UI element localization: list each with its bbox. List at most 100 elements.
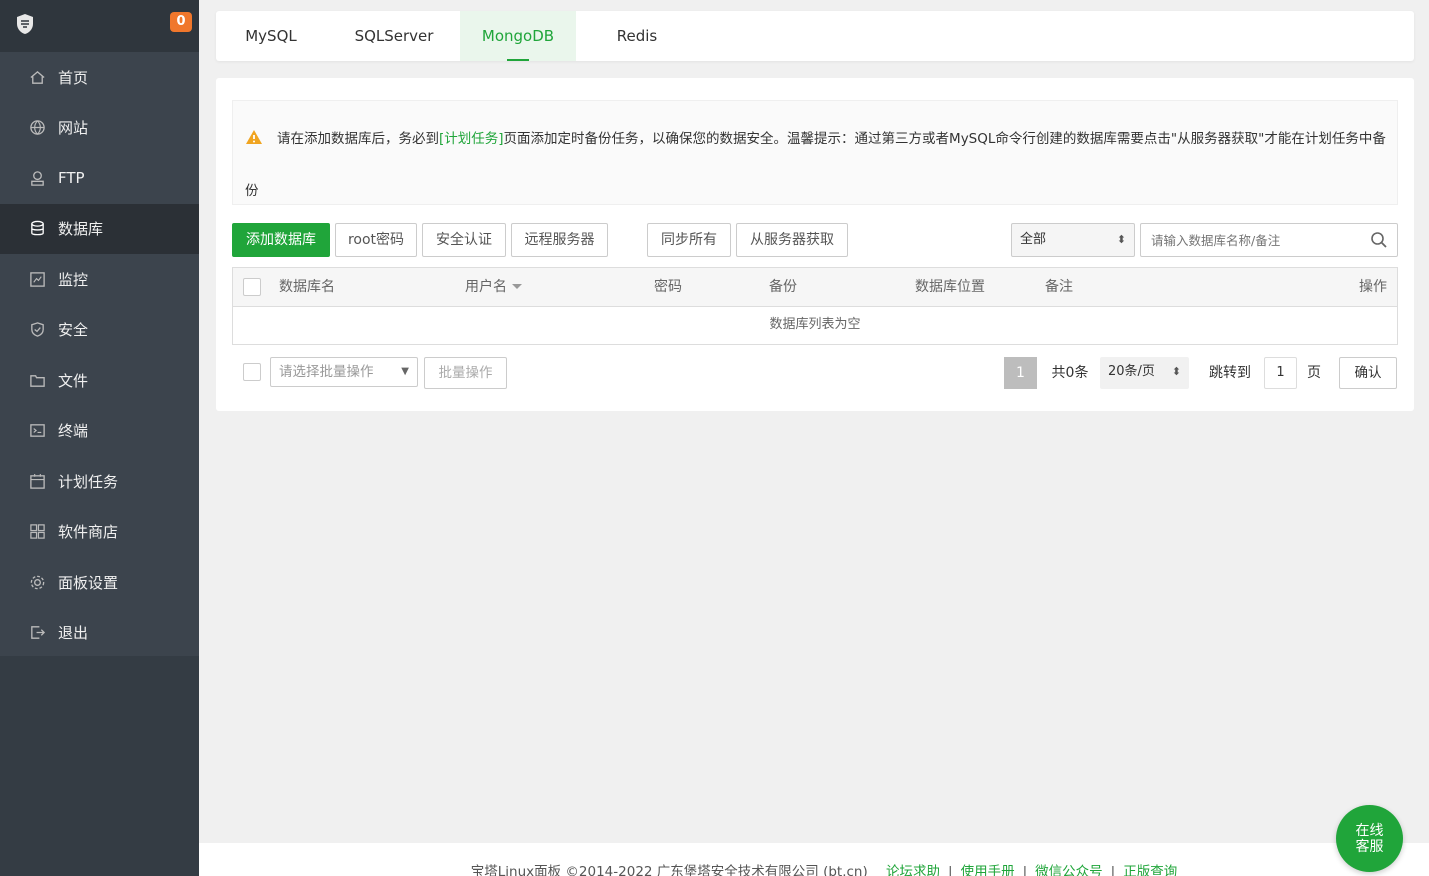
sidebar-item-label: 数据库 bbox=[58, 220, 104, 239]
db-type-tabs: MySQL SQLServer MongoDB Redis bbox=[216, 11, 1414, 61]
column-header-user-label: 用户名 bbox=[465, 279, 507, 295]
service-line-1: 在线 bbox=[1355, 823, 1384, 839]
sync-all-button[interactable]: 同步所有 bbox=[647, 223, 731, 257]
sidebar-item-label: 文件 bbox=[58, 371, 89, 390]
column-header-actions: 操作 bbox=[1359, 279, 1387, 295]
monitor-icon bbox=[28, 270, 46, 288]
sidebar-item-label: 安全 bbox=[58, 321, 89, 340]
column-header-remark: 备注 bbox=[1045, 279, 1073, 295]
remote-server-button[interactable]: 远程服务器 bbox=[511, 223, 608, 257]
shield-icon bbox=[28, 321, 46, 339]
footer-separator: | bbox=[1022, 864, 1028, 876]
tab-redis[interactable]: Redis bbox=[596, 11, 678, 61]
sidebar-item-label: 首页 bbox=[58, 68, 89, 87]
sidebar-item-security[interactable]: 安全 bbox=[0, 305, 199, 356]
genuine-check-link[interactable]: 正版查询 bbox=[1123, 864, 1177, 876]
updown-arrows-icon: ⬍ bbox=[1116, 233, 1126, 246]
cron-task-link[interactable]: [计划任务] bbox=[439, 131, 504, 147]
column-header-password: 密码 bbox=[654, 279, 682, 295]
filter-select[interactable]: 全部 ⬍ bbox=[1011, 223, 1135, 257]
column-header-user[interactable]: 用户名 bbox=[465, 268, 522, 307]
sidebar-item-website[interactable]: 网站 bbox=[0, 103, 199, 154]
sidebar-item-store[interactable]: 软件商店 bbox=[0, 507, 199, 558]
sidebar-item-ftp[interactable]: FTP bbox=[0, 153, 199, 204]
footer-separator: | bbox=[948, 864, 953, 876]
table-empty-message: 数据库列表为空 bbox=[769, 317, 861, 332]
sidebar-item-label: 终端 bbox=[58, 422, 89, 441]
tab-mongodb[interactable]: MongoDB bbox=[460, 11, 576, 61]
notification-badge[interactable]: 0 bbox=[170, 12, 192, 32]
add-database-button[interactable]: 添加数据库 bbox=[232, 223, 330, 257]
column-header-location: 数据库位置 bbox=[915, 279, 985, 295]
main-panel: 请在添加数据库后，务必到[计划任务]页面添加定时备份任务，以确保您的数据安全。温… bbox=[216, 78, 1414, 411]
sidebar-header: 0 bbox=[0, 0, 199, 52]
tab-sqlserver[interactable]: SQLServer bbox=[344, 11, 444, 61]
home-icon bbox=[28, 68, 46, 86]
root-password-button[interactable]: root密码 bbox=[335, 223, 417, 257]
sidebar-menu: 首页 网站 FTP 数据库 监控 安全 文件 终端 计划任务 软件商店 面板设置… bbox=[0, 52, 199, 658]
wechat-link[interactable]: 微信公众号 bbox=[1035, 864, 1103, 876]
jump-page-input[interactable]: 1 bbox=[1264, 357, 1297, 389]
sidebar-item-label: 计划任务 bbox=[58, 472, 119, 491]
security-auth-button[interactable]: 安全认证 bbox=[422, 223, 506, 257]
dropdown-triangle-icon: ▼ bbox=[401, 366, 409, 377]
search-icon[interactable] bbox=[1370, 231, 1388, 249]
backup-notice: 请在添加数据库后，务必到[计划任务]页面添加定时备份任务，以确保您的数据安全。温… bbox=[232, 100, 1398, 205]
page-unit-label: 页 bbox=[1307, 365, 1321, 381]
jump-to-label: 跳转到 bbox=[1209, 365, 1251, 381]
sidebar-item-label: FTP bbox=[58, 169, 85, 188]
terminal-icon bbox=[28, 422, 46, 440]
batch-operation-select[interactable]: 请选择批量操作 ▼ bbox=[270, 357, 418, 387]
sidebar-item-monitor[interactable]: 监控 bbox=[0, 254, 199, 305]
batch-select-checkbox[interactable] bbox=[243, 363, 261, 381]
copyright-text: 宝塔Linux面板 ©2014-2022 广东堡塔安全技术有限公司 (bt.cn… bbox=[470, 864, 868, 876]
footer: 宝塔Linux面板 ©2014-2022 广东堡塔安全技术有限公司 (bt.cn… bbox=[199, 843, 1429, 876]
filter-selected-value: 全部 bbox=[1020, 232, 1047, 247]
sidebar-item-cron[interactable]: 计划任务 bbox=[0, 456, 199, 507]
page-number-current[interactable]: 1 bbox=[1004, 357, 1037, 389]
sidebar-item-label: 面板设置 bbox=[58, 573, 119, 592]
sidebar-item-label: 网站 bbox=[58, 119, 89, 138]
sidebar-item-label: 软件商店 bbox=[58, 523, 119, 542]
sidebar-item-label: 监控 bbox=[58, 270, 89, 289]
service-line-2: 客服 bbox=[1355, 839, 1384, 855]
online-service-button[interactable]: 在线 客服 bbox=[1336, 805, 1403, 872]
confirm-jump-button[interactable]: 确认 bbox=[1339, 357, 1397, 389]
grid-icon bbox=[28, 523, 46, 541]
search-box bbox=[1140, 223, 1398, 257]
sidebar-item-logout[interactable]: 退出 bbox=[0, 608, 199, 659]
database-icon bbox=[28, 220, 46, 238]
column-header-name: 数据库名 bbox=[279, 279, 335, 295]
logout-icon bbox=[28, 624, 46, 642]
page-size-select[interactable]: 20条/页 ⬍ bbox=[1100, 357, 1189, 389]
table-header: 数据库名 用户名 密码 备份 数据库位置 备注 操作 bbox=[233, 268, 1397, 307]
folder-icon bbox=[28, 371, 46, 389]
manual-link[interactable]: 使用手册 bbox=[961, 864, 1015, 876]
column-header-backup: 备份 bbox=[769, 279, 797, 295]
globe-icon bbox=[28, 119, 46, 137]
total-count: 共0条 bbox=[1051, 365, 1089, 381]
logo-icon[interactable] bbox=[14, 12, 36, 36]
batch-operation-button[interactable]: 批量操作 bbox=[424, 357, 507, 389]
notice-prefix: 请在添加数据库后，务必到 bbox=[277, 131, 439, 147]
footer-separator: | bbox=[1110, 864, 1116, 876]
calendar-icon bbox=[28, 472, 46, 490]
page-size-value: 20条/页 bbox=[1108, 364, 1155, 379]
batch-operation-placeholder: 请选择批量操作 bbox=[279, 364, 374, 380]
sidebar: 0 首页 网站 FTP 数据库 监控 安全 文件 终端 计划任务 软件商店 面板… bbox=[0, 0, 199, 876]
gear-icon bbox=[28, 573, 46, 591]
sidebar-item-terminal[interactable]: 终端 bbox=[0, 406, 199, 457]
sidebar-item-settings[interactable]: 面板设置 bbox=[0, 557, 199, 608]
search-input[interactable] bbox=[1141, 224, 1351, 256]
tab-mysql[interactable]: MySQL bbox=[228, 11, 314, 61]
notice-text: 请在添加数据库后，务必到[计划任务]页面添加定时备份任务，以确保您的数据安全。温… bbox=[245, 113, 1397, 217]
ftp-icon bbox=[28, 169, 46, 187]
sidebar-item-home[interactable]: 首页 bbox=[0, 52, 199, 103]
sidebar-item-label: 退出 bbox=[58, 624, 89, 643]
sidebar-item-database[interactable]: 数据库 bbox=[0, 203, 199, 254]
fetch-from-server-button[interactable]: 从服务器获取 bbox=[736, 223, 848, 257]
select-all-checkbox[interactable] bbox=[243, 278, 261, 296]
sidebar-item-files[interactable]: 文件 bbox=[0, 355, 199, 406]
forum-link[interactable]: 论坛求助 bbox=[886, 864, 940, 876]
sidebar-filler bbox=[0, 656, 199, 876]
